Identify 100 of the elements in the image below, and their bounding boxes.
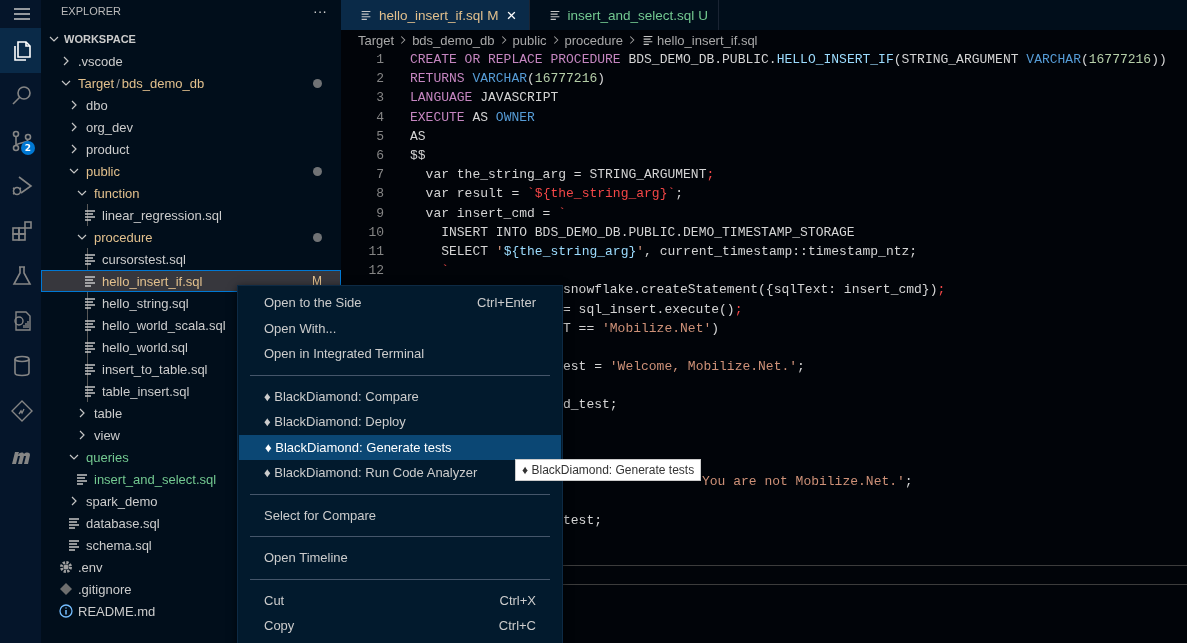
folder-item[interactable]: product	[41, 138, 341, 160]
code-line: `	[440, 263, 449, 279]
code-line: AS	[410, 128, 426, 144]
code-line: test;	[563, 512, 602, 528]
folder-item[interactable]: .vscode	[41, 50, 341, 72]
item-label: Target	[78, 75, 115, 91]
folder-item[interactable]: procedure	[41, 226, 341, 248]
menu-item[interactable]: Open With...	[238, 315, 562, 341]
code-line: d_test;	[563, 397, 618, 413]
folder-item[interactable]: public	[41, 160, 341, 182]
breadcrumb-item[interactable]: procedure	[564, 32, 624, 48]
line-number: 7	[375, 167, 384, 183]
code-line: T == 'Mobilize.Net')	[563, 320, 720, 336]
item-label: .gitignore	[78, 581, 132, 597]
item-label: public	[86, 163, 120, 179]
menu-item[interactable]: Copy Ctrl+C	[238, 613, 562, 639]
code-line: snowflake.createStatement({sqlText: insert_cmd});	[563, 282, 946, 298]
line-number: 8	[375, 186, 384, 202]
item-label: dbo	[86, 97, 108, 113]
extensions-icon	[9, 218, 34, 243]
item-label: database.sql	[86, 515, 160, 531]
breadcrumb-item[interactable]: public	[512, 32, 547, 48]
breadcrumb-item[interactable]: hello_insert_if.sql	[657, 32, 758, 48]
item-label: view	[94, 427, 120, 443]
item-label: hello_insert_if.sql	[102, 273, 203, 289]
item-label: hello_world_scala.sql	[102, 317, 226, 333]
line-number: 5	[375, 128, 384, 144]
text-file-icon	[82, 295, 98, 311]
tooltip: ♦ BlackDiamond: Generate tests	[515, 459, 702, 481]
text-file-icon	[82, 273, 98, 289]
text-file-icon	[74, 471, 90, 487]
breadcrumb-item[interactable]: Target	[358, 32, 395, 48]
code-line: EXECUTE AS OWNER	[410, 109, 535, 125]
item-label: table_insert.sql	[102, 383, 190, 399]
line-number: 9	[375, 205, 384, 221]
menu-item[interactable]: ♦ BlackDiamond: Compare	[238, 383, 562, 409]
line-number: 11	[367, 243, 384, 259]
menu-item[interactable]: ♦ BlackDiamond: Deploy	[238, 409, 562, 435]
text-file-icon	[82, 251, 98, 267]
line-number: 12	[367, 263, 384, 279]
folder-item[interactable]: org_dev	[41, 116, 341, 138]
code-line: = sql_insert.execute();	[563, 301, 743, 317]
menu-item[interactable]: ♦ BlackDiamond: Generate tests	[239, 434, 561, 460]
file-item[interactable]: hello_insert_if.sql M	[41, 270, 341, 292]
code-line: RETURNS VARCHAR(16777216)	[410, 71, 606, 87]
code-line: var insert_cmd = `	[424, 205, 567, 221]
code-line: $$	[410, 148, 426, 164]
item-label: cursorstest.sql	[102, 251, 186, 267]
item-label: table	[94, 405, 123, 421]
diamond-icon	[58, 581, 74, 597]
item-label: hello_world.sql	[102, 339, 188, 355]
item-label: schema.sql	[86, 537, 152, 553]
item-label: queries	[86, 449, 129, 465]
panel-title: EXPLORER	[61, 5, 121, 17]
item-label: insert_to_table.sql	[102, 361, 208, 377]
path-separator: /	[116, 75, 120, 91]
status-letter: M	[487, 7, 499, 23]
text-file-icon	[359, 8, 373, 22]
status-letter: U	[698, 7, 709, 23]
item-label: spark_demo	[86, 493, 158, 509]
line-number: 6	[375, 148, 384, 164]
gear-icon	[58, 559, 74, 575]
menu-item[interactable]: Open in Integrated Terminal	[238, 341, 562, 367]
item-label: bds_demo_db	[121, 75, 205, 91]
item-label: function	[94, 185, 140, 201]
item-label: product	[86, 141, 130, 157]
code-line: est = 'Welcome, Mobilize.Net.';	[563, 359, 805, 375]
status-letter: M	[312, 274, 322, 288]
text-file-icon	[66, 515, 82, 531]
tab-label: hello_insert_if.sql	[379, 7, 484, 23]
more-actions-button[interactable]: ···	[313, 3, 327, 19]
folder-item[interactable]: dbo	[41, 94, 341, 116]
file-item[interactable]: linear_regression.sql	[41, 204, 341, 226]
code-line: INSERT INTO BDS_DEMO_DB.PUBLIC.DEMO_TIMESTAMP_STORAGE	[440, 224, 855, 240]
folder-item[interactable]: Target/bds_demo_db	[41, 72, 341, 94]
item-label: procedure	[94, 229, 153, 245]
code-line: var the_string_arg = STRING_ARGUMENT;	[424, 167, 715, 183]
item-label: org_dev	[86, 119, 133, 135]
item-label: insert_and_select.sql	[94, 471, 217, 487]
file-item[interactable]: cursorstest.sql	[41, 248, 341, 270]
line-number: 10	[367, 224, 384, 240]
explorer-button[interactable]	[0, 28, 41, 73]
text-file-icon	[82, 383, 98, 399]
text-file-icon	[82, 339, 98, 355]
menu-item[interactable]: Cut Ctrl+X	[238, 587, 562, 613]
editor-tab[interactable]: hello_insert_if.sql M ×	[341, 0, 530, 30]
code-line: CREATE OR REPLACE PROCEDURE BDS_DEMO_DB.PUBLIC.HELLO_INSERT_IF(STRING_ARGUMENT VARCHAR(16777216))	[410, 52, 1167, 68]
folder-item[interactable]: function	[41, 182, 341, 204]
section-header[interactable]: WORKSPACE	[41, 28, 341, 50]
breadcrumb-item[interactable]: bds_demo_db	[412, 32, 495, 48]
info-icon	[58, 603, 74, 619]
text-file-icon	[82, 317, 98, 333]
item-label: README.md	[78, 603, 156, 619]
code-line: You are not Mobilize.Net.';	[702, 474, 913, 490]
code-line: var result = `${the_string_arg}`;	[424, 186, 684, 202]
menu-item[interactable]: Open Timeline	[238, 545, 562, 571]
diamond-icon	[9, 398, 34, 423]
close-button[interactable]: ×	[504, 6, 519, 24]
menu-item[interactable]: Open to the Side Ctrl+Enter	[238, 290, 562, 316]
source-control-button[interactable]: 2	[0, 118, 41, 163]
